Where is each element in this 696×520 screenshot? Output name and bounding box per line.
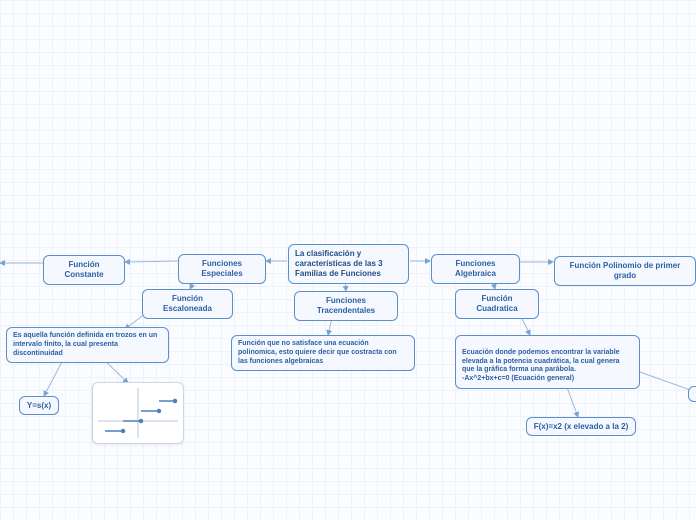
node-offscreen-right[interactable] xyxy=(688,386,696,402)
node-escalonada-desc-text: Es aquella función definida en trozos en… xyxy=(13,332,157,357)
node-escalonada-label: Función Escaloneada xyxy=(163,294,212,313)
node-root-label: La clasificación y características de la… xyxy=(295,249,383,278)
node-tracend-desc-text: Función que no satisface una ecuación po… xyxy=(238,340,397,365)
node-tracend[interactable]: Funciones Tracendentales xyxy=(294,291,398,321)
step-graph-icon xyxy=(93,383,183,443)
node-escalonada-formula-text: Y=s(x) xyxy=(27,401,51,410)
node-escalonada-thumb[interactable] xyxy=(92,382,184,444)
node-tracend-desc[interactable]: Función que no satisface una ecuación po… xyxy=(231,335,415,371)
node-constante[interactable]: Función Constante xyxy=(43,255,125,285)
node-escalonada[interactable]: Función Escaloneada xyxy=(142,289,233,319)
node-cuadratica-desc-text: Ecuación donde podemos encontrar la vari… xyxy=(462,349,620,382)
node-especiales[interactable]: Funciones Especiales xyxy=(178,254,266,284)
node-polinomio-label: Función Polinomio de primer grado xyxy=(570,261,681,280)
node-cuadratica-desc[interactable]: Ecuación donde podemos encontrar la vari… xyxy=(455,335,640,389)
node-tracend-label: Funciones Tracendentales xyxy=(317,296,375,315)
node-algebraica[interactable]: Funciones Algebraica xyxy=(431,254,520,284)
node-constante-label: Función Constante xyxy=(64,260,103,279)
diagram-canvas[interactable]: { "center": "La clasificación y caracter… xyxy=(0,0,696,520)
node-algebraica-label: Funciones Algebraica xyxy=(455,259,496,278)
node-cuadratica-label: Función Cuadratica xyxy=(476,294,517,313)
node-escalonada-desc[interactable]: Es aquella función definida en trozos en… xyxy=(6,327,169,363)
node-escalonada-formula[interactable]: Y=s(x) xyxy=(19,396,59,415)
node-root[interactable]: La clasificación y características de la… xyxy=(288,244,409,284)
node-polinomio[interactable]: Función Polinomio de primer grado xyxy=(554,256,696,286)
node-cuadratica[interactable]: Función Cuadratica xyxy=(455,289,539,319)
node-cuadratica-formula[interactable]: F(x)=x2 (x elevado a la 2) xyxy=(526,417,636,436)
node-especiales-label: Funciones Especiales xyxy=(201,259,242,278)
node-cuadratica-formula-text: F(x)=x2 (x elevado a la 2) xyxy=(534,422,629,431)
